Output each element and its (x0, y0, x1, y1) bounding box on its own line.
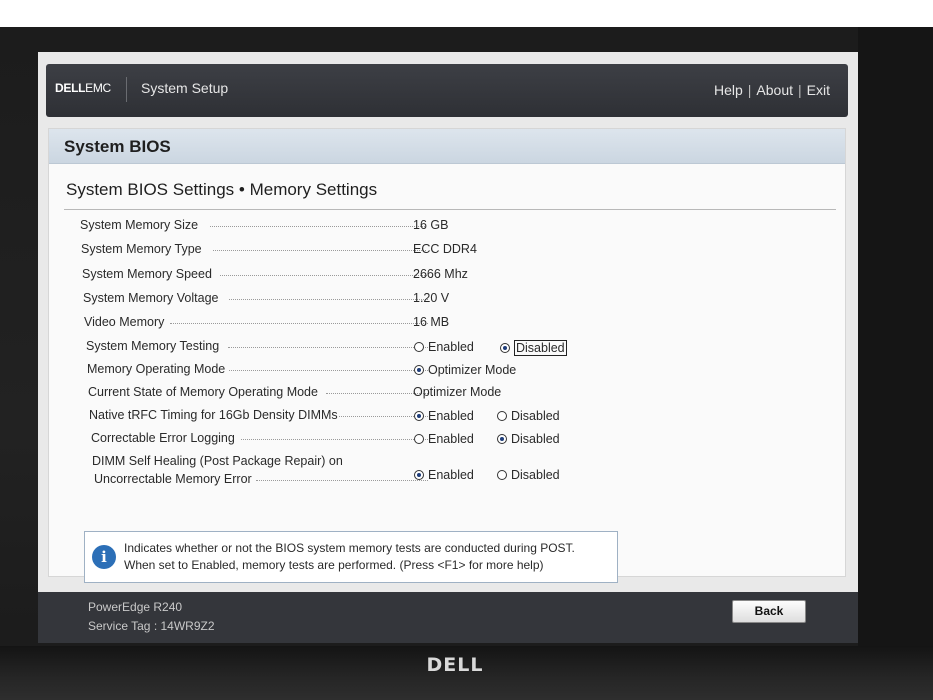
leader-dots (256, 480, 428, 482)
monitor-logo: DELL (426, 654, 484, 676)
setting-value: Optimizer Mode (413, 385, 502, 399)
leader-dots (210, 226, 425, 228)
brand-sub: EMC (85, 81, 111, 95)
exit-link[interactable]: Exit (807, 82, 830, 98)
radio-circle (497, 470, 507, 480)
help-link[interactable]: Help (714, 82, 743, 98)
page-subtitle: System BIOS Settings • Memory Settings (66, 180, 378, 199)
setting-value: 16 GB (413, 218, 449, 232)
setting-row-memory-voltage: System Memory Voltage 1.20 V (83, 291, 783, 309)
radio-trfc-enabled[interactable]: Enabled (414, 409, 474, 423)
radio-circle (414, 470, 424, 480)
setting-row-current-mode: Current State of Memory Operating Mode O… (88, 385, 788, 403)
footer-bar: PowerEdge R240 Service Tag : 14WR9Z2 Bac… (38, 592, 858, 643)
setting-label: System Memory Testing (86, 339, 220, 353)
radio-circle (414, 342, 424, 352)
help-info-box: i Indicates whether or not the BIOS syst… (84, 531, 618, 583)
about-link[interactable]: About (756, 82, 793, 98)
radio-operating-mode-optimizer[interactable]: Optimizer Mode (414, 363, 516, 377)
setting-row-operating-mode: Memory Operating Mode Optimizer Mode (87, 362, 787, 380)
service-tag: Service Tag : 14WR9Z2 (88, 619, 215, 633)
title-bar: System BIOS (49, 129, 845, 164)
top-header: DELLEMC System Setup Help | About | Exit (46, 64, 848, 117)
setting-row-memory-testing: System Memory Testing Enabled Disabled (86, 339, 786, 357)
system-model: PowerEdge R240 (88, 600, 183, 614)
setting-label: Native tRFC Timing for 16Gb Density DIMM… (89, 408, 338, 422)
setting-value: 2666 Mhz (413, 267, 468, 281)
radio-error-logging-enabled[interactable]: Enabled (414, 432, 474, 446)
radio-label: Disabled (511, 409, 560, 423)
radio-error-logging-disabled[interactable]: Disabled (497, 432, 560, 446)
monitor-side (858, 27, 933, 657)
radio-circle (414, 365, 424, 375)
radio-memory-testing-enabled[interactable]: Enabled (414, 340, 474, 354)
help-text-line2: When set to Enabled, memory tests are pe… (124, 558, 544, 572)
radio-trfc-disabled[interactable]: Disabled (497, 409, 560, 423)
radio-dimm-healing-enabled[interactable]: Enabled (414, 468, 474, 482)
leader-dots (228, 347, 428, 349)
brand-main: DELL (55, 81, 86, 95)
radio-label: Disabled (514, 340, 567, 356)
radio-memory-testing-disabled[interactable]: Disabled (500, 340, 567, 356)
setting-value: ECC DDR4 (413, 242, 477, 256)
header-divider (126, 77, 127, 102)
bios-screen: DELLEMC System Setup Help | About | Exit Sys… (38, 52, 858, 643)
radio-label: Enabled (428, 409, 474, 423)
radio-label: Enabled (428, 468, 474, 482)
dell-emc-logo: DELLEMC (55, 81, 111, 95)
setting-value: 16 MB (413, 315, 450, 329)
app-title: System Setup (141, 80, 229, 96)
leader-dots (220, 275, 427, 277)
setting-label: Video Memory (84, 315, 165, 329)
setting-row-dimm-self-healing: DIMM Self Healing (Post Package Repair) … (92, 454, 792, 494)
radio-label: Enabled (428, 432, 474, 446)
setting-row-memory-speed: System Memory Speed 2666 Mhz (82, 267, 782, 285)
radio-dimm-healing-disabled[interactable]: Disabled (497, 468, 560, 482)
back-button[interactable]: Back (732, 600, 806, 623)
setting-label: System Memory Size (80, 218, 199, 232)
leader-dots (170, 323, 428, 325)
help-text: Indicates whether or not the BIOS system… (124, 540, 575, 574)
main-panel: System BIOS System BIOS Settings • Memor… (48, 128, 846, 577)
setting-label: System Memory Speed (82, 267, 212, 281)
setting-label: System Memory Type (81, 242, 202, 256)
setting-label: Correctable Error Logging (91, 431, 235, 445)
setting-label-line1: DIMM Self Healing (Post Package Repair) … (92, 454, 343, 468)
setting-row-trfc-timing: Native tRFC Timing for 16Gb Density DIMM… (89, 408, 789, 426)
setting-row-memory-size: System Memory Size 16 GB (80, 218, 780, 236)
setting-value: 1.20 V (413, 291, 450, 305)
help-text-line1: Indicates whether or not the BIOS system… (124, 541, 575, 555)
header-links: Help | About | Exit (713, 82, 830, 98)
info-icon: i (92, 545, 116, 569)
radio-circle (500, 343, 510, 353)
leader-dots (229, 370, 428, 372)
setting-label-line2: Uncorrectable Memory Error (94, 472, 252, 486)
page-title: System BIOS (64, 137, 171, 156)
radio-label: Enabled (428, 340, 474, 354)
radio-label: Disabled (511, 468, 560, 482)
leader-dots (229, 299, 428, 301)
setting-label: Current State of Memory Operating Mode (88, 385, 318, 399)
subtitle-divider (64, 209, 836, 210)
setting-label: System Memory Voltage (83, 291, 219, 305)
setting-row-error-logging: Correctable Error Logging Enabled Disabl… (91, 431, 791, 449)
leader-dots (213, 250, 426, 252)
radio-circle (497, 434, 507, 444)
radio-circle (497, 411, 507, 421)
leader-dots (241, 439, 428, 441)
radio-label: Optimizer Mode (428, 363, 517, 377)
setting-label: Memory Operating Mode (87, 362, 226, 376)
radio-circle (414, 411, 424, 421)
setting-row-video-memory: Video Memory 16 MB (84, 315, 784, 333)
radio-label: Disabled (511, 432, 560, 446)
setting-row-memory-type: System Memory Type ECC DDR4 (81, 242, 781, 260)
radio-circle (414, 434, 424, 444)
